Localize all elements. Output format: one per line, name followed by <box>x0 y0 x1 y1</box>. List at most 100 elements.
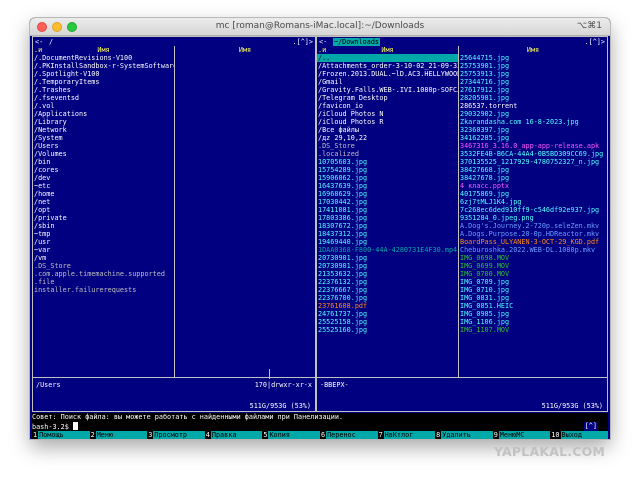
left-panel-menu[interactable]: <- <box>35 38 43 46</box>
file-row[interactable]: /.Trashes <box>33 86 174 94</box>
file-row[interactable]: IMG_0709.jpg <box>459 278 607 286</box>
file-row[interactable]: .file <box>33 278 174 286</box>
file-row[interactable]: /.fseventsd <box>33 94 174 102</box>
file-row[interactable]: IMG_0700.MOV <box>459 270 607 278</box>
file-row[interactable]: Cheburoshka.2022.WEB-DL.1080p.mkv <box>459 246 607 254</box>
file-row[interactable]: 22376700.jpg <box>317 294 458 302</box>
file-row[interactable]: /Applications <box>33 110 174 118</box>
file-row[interactable]: /Gmail <box>317 78 458 86</box>
file-row[interactable]: .localized <box>317 150 458 158</box>
file-row[interactable]: 17803386.jpg <box>317 214 458 222</box>
file-row[interactable]: A.Dogs.Purpose.20-0p.HDReactor.mkv <box>459 230 607 238</box>
file-row[interactable]: /usr <box>33 238 174 246</box>
file-row[interactable]: 21353632.jpg <box>317 270 458 278</box>
file-row[interactable]: 370135525_1217929-4780752327_n.jpg <box>459 158 607 166</box>
file-row[interactable]: 24761737.jpg <box>317 310 458 318</box>
file-row[interactable]: /cores <box>33 166 174 174</box>
file-row[interactable]: IMG_0831.jpg <box>459 294 607 302</box>
file-row[interactable]: /Frozen.2013.DUAL.~lD.AC3.HELLYWOOD <box>317 70 458 78</box>
file-row[interactable]: /private <box>33 214 174 222</box>
file-row[interactable]: /.DocumentRevisions-V100 <box>33 54 174 62</box>
file-row[interactable]: /favicon_io <box>317 102 458 110</box>
file-row[interactable]: 16437639.jpg <box>317 182 458 190</box>
file-row[interactable]: ~var <box>33 246 174 254</box>
file-row[interactable]: installer.failurerequests <box>33 286 174 294</box>
file-row[interactable]: /.Spotlight-V100 <box>33 70 174 78</box>
file-row[interactable]: 9351284_0.jpeg.png <box>459 214 607 222</box>
file-row[interactable]: 20730901.jpg <box>317 262 458 270</box>
file-row[interactable]: 25753901.jpg <box>459 62 607 70</box>
file-row[interactable]: 286537.torrent <box>459 102 607 110</box>
file-row[interactable]: 25753913.jpg <box>459 70 607 78</box>
file-row-selected[interactable]: /.. <box>317 54 458 62</box>
file-row[interactable]: 10705603.jpg <box>317 158 458 166</box>
file-row[interactable]: 22376667.jpg <box>317 286 458 294</box>
file-row[interactable]: .DS_Store <box>33 262 174 270</box>
file-row[interactable]: 3467316_3.16.0_app-app-release.apk <box>459 142 607 150</box>
file-row[interactable]: /Все файлы <box>317 126 458 134</box>
function-key-9[interactable]: 9 МенюМС <box>492 431 551 439</box>
file-row[interactable]: 16968629.jpg <box>317 190 458 198</box>
right-col-2-header[interactable]: Имя <box>459 46 607 54</box>
right-panel[interactable]: <- ~/Downloads .[^]> .и Имя /../Attachme… <box>316 36 608 412</box>
file-row[interactable]: 27344716.jpg <box>459 78 607 86</box>
function-key-3[interactable]: 3 Просмотр <box>147 431 205 439</box>
file-row[interactable]: 29032902.jpg <box>459 110 607 118</box>
left-col-1-header[interactable]: .и Имя <box>33 46 174 54</box>
file-row[interactable]: 6zj7tMLJ1K4.jpg <box>459 198 607 206</box>
file-row[interactable]: 34162285.jpg <box>459 134 607 142</box>
left-panel-indicator[interactable]: .[^]> <box>293 38 313 46</box>
file-row[interactable]: /Library <box>33 118 174 126</box>
file-row[interactable]: /.PKInstallSandbox-r-SystemSoftware <box>33 62 174 70</box>
file-row[interactable]: 1DAA0368-F800-44A-4280731E4F30.mp4 <box>317 246 458 254</box>
file-row[interactable]: 7c268ec6ded910ff9-c546df92e937.jpg <box>459 206 607 214</box>
file-row[interactable]: /opt <box>33 206 174 214</box>
file-row[interactable]: /net <box>33 198 174 206</box>
file-row[interactable]: .DS_Store <box>317 142 458 150</box>
file-row[interactable]: /iCloud Photos R <box>317 118 458 126</box>
file-row[interactable]: IMG_0851.HEIC <box>459 302 607 310</box>
file-row[interactable]: Zkarandasha.com 16-8-2023.jpg <box>459 118 607 126</box>
file-row[interactable]: IMG_0710.jpg <box>459 286 607 294</box>
file-row[interactable]: 23761608.pdf <box>317 302 458 310</box>
file-row[interactable]: IMG_0985.jpg <box>459 310 607 318</box>
function-key-8[interactable]: 8 Удалить <box>435 431 493 439</box>
function-key-10[interactable]: 10 Выход <box>550 431 608 439</box>
file-row[interactable]: 15754289.jpg <box>317 166 458 174</box>
file-row[interactable]: 3532FE4B-B6CA-44A4-0B5BD309CC69.jpg <box>459 150 607 158</box>
file-row[interactable]: BoardPass_ULYANEN-3-OCT-29_KGD.pdf <box>459 238 607 246</box>
file-row[interactable]: /Telegram Desktop <box>317 94 458 102</box>
file-row[interactable]: IMG_1106.jpg <box>459 318 607 326</box>
function-key-7[interactable]: 7 НвКтлог <box>377 431 436 439</box>
file-row[interactable]: 38427668.jpg <box>459 166 607 174</box>
file-row[interactable]: /vm <box>33 254 174 262</box>
file-row[interactable]: IMG_0699.MOV <box>459 262 607 270</box>
file-row[interactable]: ~etc <box>33 182 174 190</box>
file-row[interactable]: /System <box>33 134 174 142</box>
file-row[interactable]: /Users <box>33 142 174 150</box>
file-row[interactable]: 25644715.jpg <box>459 54 607 62</box>
file-row[interactable]: 40175869.jpg <box>459 190 607 198</box>
file-row[interactable]: 4 класс.pptx <box>459 182 607 190</box>
file-row[interactable]: 38427678.jpg <box>459 174 607 182</box>
file-row[interactable]: /dev <box>33 174 174 182</box>
file-row[interactable]: IMG_0698.MOV <box>459 254 607 262</box>
function-key-6[interactable]: 6 Перенос <box>319 431 378 439</box>
file-row[interactable]: 32360397.jpg <box>459 126 607 134</box>
file-row[interactable]: 28205981.jpg <box>459 94 607 102</box>
file-row[interactable]: A.Dog's.Journey.2-720p.seleZen.mkv <box>459 222 607 230</box>
file-row[interactable]: /Network <box>33 126 174 134</box>
file-row[interactable]: 17030442.jpg <box>317 198 458 206</box>
file-row[interactable]: 15906062.jpg <box>317 174 458 182</box>
file-row[interactable]: /Gravity.Falls.WEB-.IVI.1080p-SOFCJ <box>317 86 458 94</box>
file-row[interactable]: 27617912.jpg <box>459 86 607 94</box>
function-key-1[interactable]: 1 Помощь <box>32 431 90 439</box>
right-col-1-header[interactable]: .и Имя <box>317 46 458 54</box>
file-row[interactable]: 17411081.jpg <box>317 206 458 214</box>
function-key-4[interactable]: 4 Правка <box>204 431 263 439</box>
file-row[interactable]: .com.apple.timemachine.supported <box>33 270 174 278</box>
file-row[interactable]: 25525158.jpg <box>317 318 458 326</box>
subshell-toggle[interactable]: [^] <box>583 422 598 431</box>
file-row[interactable]: /.TemporaryItems <box>33 78 174 86</box>
command-line[interactable]: bash-3.2$ [^] <box>32 422 608 431</box>
